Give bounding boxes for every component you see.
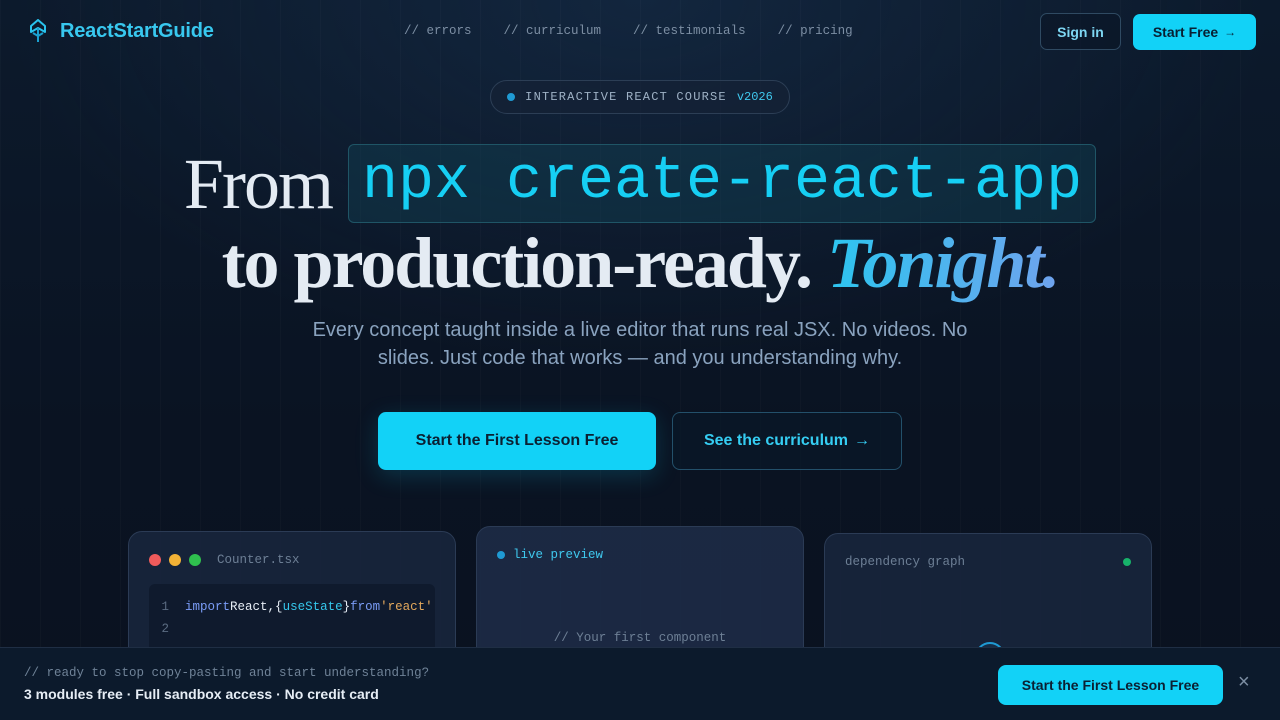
code-token: from [350,600,381,614]
sticky-cta-bar: // ready to stop copy-pasting and start … [0,647,1280,720]
preview-header: live preview [497,548,603,562]
close-icon[interactable]: × [1238,672,1250,692]
cta-bar-features: 3 modules free · Full sandbox access · N… [24,686,379,702]
start-free-label: Start Free [1152,24,1219,40]
headline-text: to production-ready. [221,223,813,303]
nav-link-testimonials[interactable]: // testimonials [633,24,746,38]
editor-filename: Counter.tsx [217,553,300,567]
cta-bar-button[interactable]: Start the First Lesson Free [998,665,1223,705]
window-controls [149,554,201,566]
brand[interactable]: ReactStartGuide [28,19,214,43]
maximize-dot-icon [189,554,201,566]
close-dot-icon [149,554,161,566]
preview-comment: // Your first component [553,631,727,645]
badge-version: v2026 [736,90,773,104]
nav-links: // errors // curriculum // testimonials … [404,24,853,38]
code-token: React [230,600,268,614]
sign-in-button[interactable]: Sign in [1040,13,1121,50]
status-dot-icon [507,93,516,101]
top-nav: ReactStartGuide // errors // curriculum … [0,0,1280,64]
nav-link-curriculum[interactable]: // curriculum [504,24,602,38]
headline-prefix: From [183,143,334,224]
status-dot-icon [1123,558,1131,566]
cta-bar-comment: // ready to stop copy-pasting and start … [24,666,430,680]
code-token: { [275,600,283,614]
preview-label: live preview [513,548,604,562]
headline-code: npx create-react-app [347,144,1097,224]
headline-accent: Tonight. [826,223,1060,303]
code-line: 2 [149,622,185,642]
line-number: 2 [161,622,169,636]
nav-link-errors[interactable]: // errors [404,24,472,38]
code-token: , [267,600,276,614]
graph-label: dependency graph [845,555,966,569]
start-first-lesson-button[interactable]: Start the First Lesson Free [378,412,656,470]
code-token: 'react' [380,600,433,614]
line-number: 1 [161,600,169,614]
headline-line-2: to production-ready. Tonight. [0,223,1280,303]
headline-line-1: From npx create-react-app [0,143,1280,224]
minimize-dot-icon [169,554,181,566]
code-token: useState [282,600,343,614]
live-dot-icon [497,551,505,559]
arrow-right-icon: → [854,432,871,449]
code-token: import [185,600,231,614]
hero-subhead: Every concept taught inside a live edito… [312,319,968,369]
nav-link-pricing[interactable]: // pricing [778,24,853,38]
arrow-right-icon: → [1224,25,1237,39]
see-curriculum-button[interactable]: See the curriculum → [672,412,902,470]
course-badge: INTERACTIVE REACT COURSE v2026 [490,80,790,114]
react-tower-icon [30,19,46,42]
brand-name: ReactStartGuide [60,19,214,42]
code-token: } [342,600,351,614]
start-free-button[interactable]: Start Free → [1133,14,1256,50]
see-curriculum-label: See the curriculum [703,432,849,449]
badge-text: INTERACTIVE REACT COURSE [525,90,727,104]
code-line: 1 importReact,{useState}from'react' [149,600,433,620]
